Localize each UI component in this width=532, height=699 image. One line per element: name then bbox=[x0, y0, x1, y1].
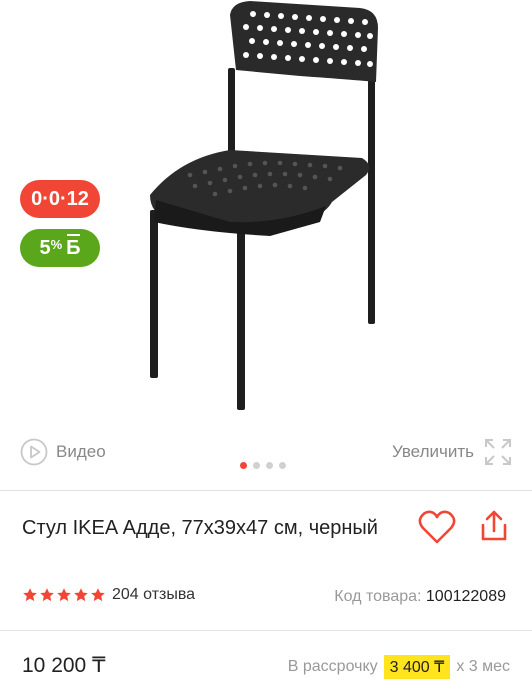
product-price: 10 200 ₸ bbox=[22, 654, 106, 677]
reviews-link[interactable]: 204 отзыва bbox=[112, 586, 195, 604]
product-gallery[interactable]: 0·0·12 5% Б Видео Увеличить bbox=[0, 0, 532, 490]
expand-icon bbox=[485, 439, 511, 465]
zoom-label: Увеличить bbox=[392, 442, 474, 461]
product-code-label: Код товара: bbox=[334, 588, 422, 605]
bonus-letter: Б bbox=[66, 233, 81, 259]
installment-amount: 3 400 ₸ bbox=[383, 655, 451, 679]
product-code: Код товара: 100122089 bbox=[334, 588, 506, 606]
product-title: Стул IKEA Адде, 77x39x47 см, черный bbox=[22, 517, 378, 539]
share-icon[interactable] bbox=[476, 508, 512, 544]
installment-suffix: х 3 мес bbox=[456, 658, 510, 675]
installment-badge-label: 0·0·12 bbox=[31, 187, 89, 210]
installment-prefix: В рассрочку bbox=[287, 658, 378, 675]
gallery-pagination bbox=[240, 462, 286, 469]
pagination-dot-active[interactable] bbox=[240, 462, 247, 469]
video-label: Видео bbox=[56, 442, 106, 461]
star-icon bbox=[23, 588, 37, 602]
bonus-percent: 5 bbox=[39, 236, 51, 259]
product-image[interactable] bbox=[120, 0, 410, 420]
installment-badge: 0·0·12 bbox=[20, 180, 100, 218]
bonus-badge: 5% Б bbox=[20, 229, 100, 267]
star-icon bbox=[91, 588, 105, 602]
star-icon bbox=[57, 588, 71, 602]
heart-icon[interactable] bbox=[417, 508, 457, 546]
video-button[interactable]: Видео bbox=[20, 438, 106, 466]
rating-block[interactable]: 204 отзыва bbox=[22, 586, 195, 604]
divider bbox=[0, 490, 532, 491]
product-code-value: 100122089 bbox=[425, 588, 506, 605]
pagination-dot[interactable] bbox=[266, 462, 273, 469]
zoom-button[interactable]: Увеличить bbox=[392, 438, 512, 466]
installment-offer[interactable]: В рассрочку 3 400 ₸ х 3 мес bbox=[288, 655, 510, 679]
rating-stars bbox=[22, 587, 106, 603]
divider bbox=[0, 630, 532, 631]
star-icon bbox=[74, 588, 88, 602]
pagination-dot[interactable] bbox=[279, 462, 286, 469]
pagination-dot[interactable] bbox=[253, 462, 260, 469]
play-circle-icon bbox=[20, 438, 48, 466]
bonus-percent-sign: % bbox=[50, 236, 63, 252]
star-icon bbox=[40, 588, 54, 602]
